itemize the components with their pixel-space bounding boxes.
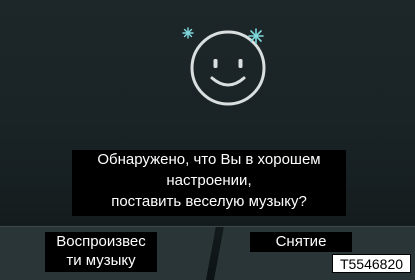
sparkle-icon [248,28,264,44]
figure-code-label: T5546820 [332,254,411,273]
play-music-label-line-2: ти музыку [66,252,136,269]
sparkle-icon [182,27,194,39]
smiley-face-icon [178,16,278,116]
play-music-label-line-1: Воспроизвес [56,233,146,250]
cancel-button[interactable]: Снятие [250,232,352,252]
message-line-1: Обнаружено, что Вы в хорошем [97,151,321,168]
mood-message-box: Обнаружено, что Вы в хорошем настроении,… [72,150,346,216]
mood-music-screen: Обнаружено, что Вы в хорошем настроении,… [0,0,415,280]
message-line-2: настроении, [166,172,252,189]
message-line-3: поставить веселую музыку? [111,193,307,210]
play-music-button[interactable]: Воспроизвес ти музыку [45,232,157,272]
